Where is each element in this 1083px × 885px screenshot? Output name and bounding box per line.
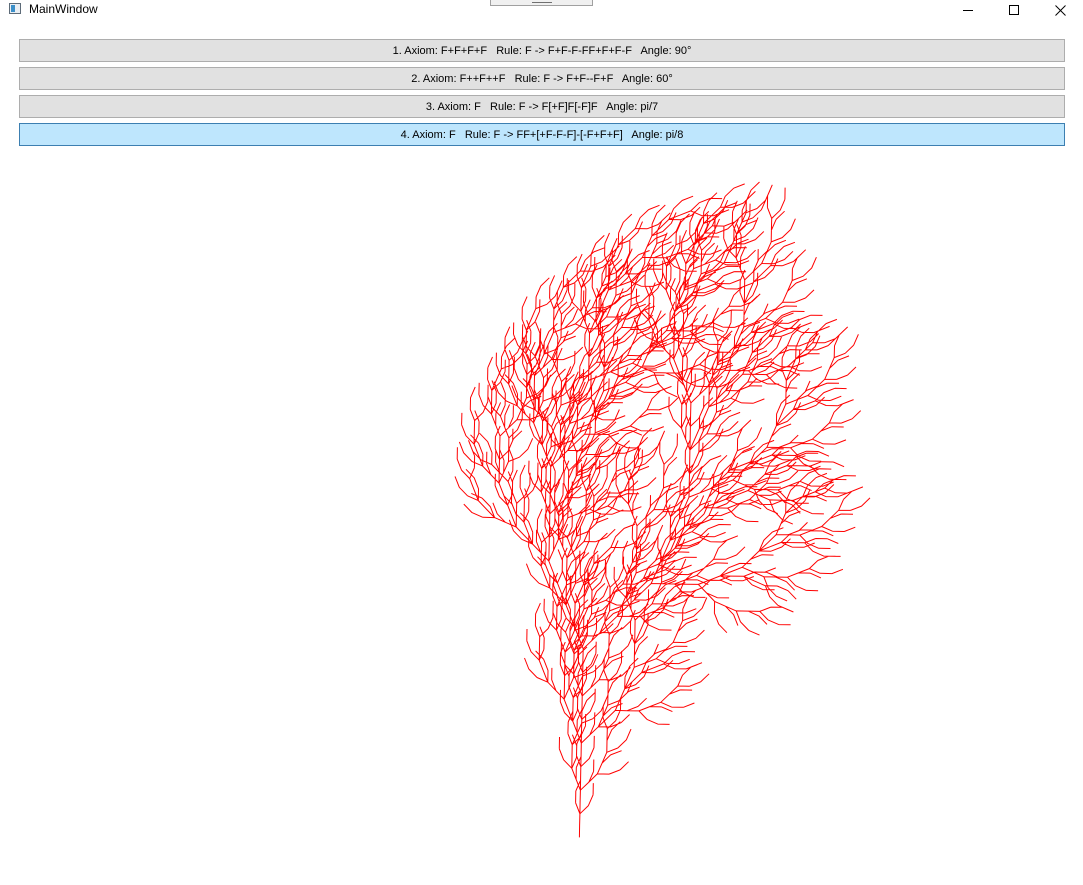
window-title: MainWindow — [29, 2, 98, 16]
lsystem-button-list: 1. Axiom: F+F+F+F Rule: F -> F+F-F-FF+F+… — [19, 39, 1065, 151]
plant-branches — [454, 181, 871, 838]
lsystem-button-1[interactable]: 1. Axiom: F+F+F+F Rule: F -> F+F-F-FF+F+… — [19, 39, 1065, 62]
lsystem-button-3[interactable]: 3. Axiom: F Rule: F -> F[+F]F[-F]F Angle… — [19, 95, 1065, 118]
title-bar[interactable]: MainWindow — [0, 0, 1083, 20]
lsystem-button-4[interactable]: 4. Axiom: F Rule: F -> FF+[+F-F-F]-[-F+F… — [19, 123, 1065, 146]
close-button[interactable] — [1037, 0, 1083, 20]
drawing-canvas — [0, 150, 1083, 885]
main-window: MainWindow 1. Axiom: F+F+F+F Rule: F -> … — [0, 0, 1083, 885]
maximize-icon — [1009, 5, 1019, 15]
app-icon — [9, 3, 21, 14]
minimize-icon — [963, 10, 973, 11]
minimize-button[interactable] — [945, 0, 991, 20]
close-icon — [1054, 4, 1066, 16]
maximize-button[interactable] — [991, 0, 1037, 20]
drag-handle[interactable] — [490, 0, 593, 6]
lsystem-button-2[interactable]: 2. Axiom: F++F++F Rule: F -> F+F--F+F An… — [19, 67, 1065, 90]
lsystem-plant-drawing — [454, 181, 871, 838]
